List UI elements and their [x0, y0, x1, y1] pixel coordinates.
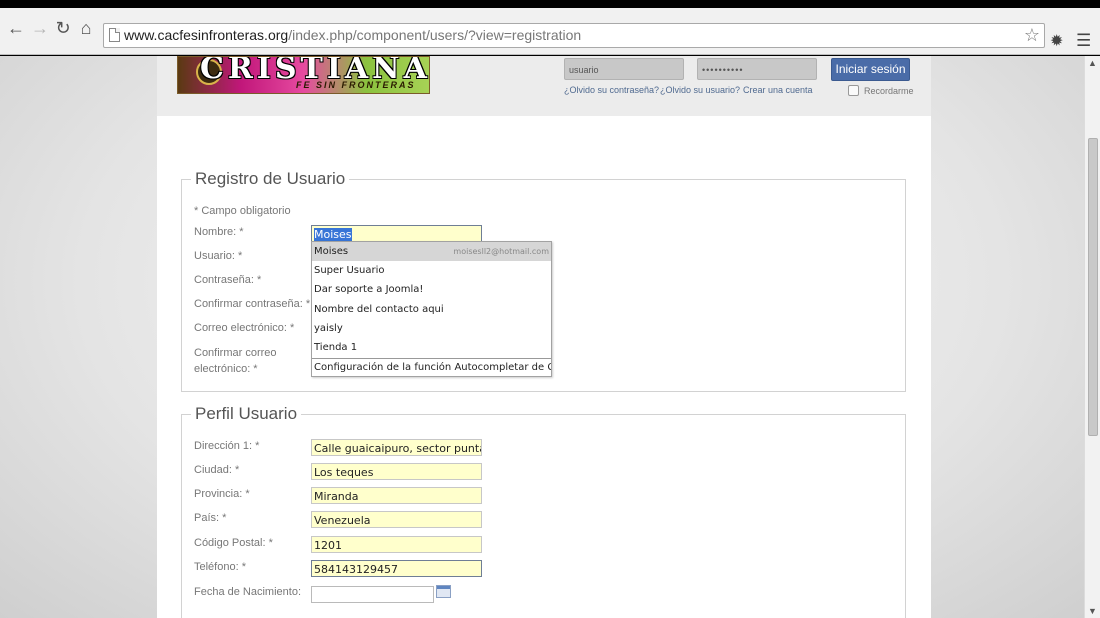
remember-label: Recordarme [864, 86, 914, 96]
username-label: Usuario: * [194, 250, 243, 262]
phone-input[interactable]: 584143129457 [311, 560, 482, 577]
extension-icon[interactable]: ✹ [1050, 31, 1063, 51]
address-bar[interactable]: www.cacfesinfronteras.org/index.php/comp… [103, 23, 1045, 48]
confirm-email-label-line2: electrónico: * [194, 363, 258, 375]
autocomplete-item[interactable]: Nombre del contacto aqui [312, 300, 551, 319]
autocomplete-dropdown: Moises moisesll2@hotmail.com Super Usuar… [311, 241, 552, 377]
scroll-up-icon[interactable]: ▲ [1088, 58, 1097, 68]
remember-checkbox[interactable] [848, 85, 859, 96]
page-scrollbar[interactable]: ▲ ▼ [1084, 56, 1100, 618]
postal-code-input[interactable]: 1201 [311, 536, 482, 553]
required-note: * Campo obligatorio [194, 205, 291, 217]
password-label: Contraseña: * [194, 274, 262, 286]
home-icon[interactable]: ⌂ [76, 18, 96, 38]
autocomplete-item[interactable]: Super Usuario [312, 261, 551, 280]
scroll-down-icon[interactable]: ▼ [1088, 606, 1097, 616]
autocomplete-item[interactable]: yaisly [312, 319, 551, 338]
profile-legend: Perfil Usuario [191, 404, 302, 424]
autocomplete-item[interactable]: Tienda 1 [312, 338, 551, 357]
birthdate-input[interactable] [311, 586, 434, 603]
registration-legend: Registro de Usuario [191, 169, 350, 189]
autocomplete-item-hint: moisesll2@hotmail.com [453, 247, 549, 256]
name-input-value: Moises [314, 228, 352, 241]
country-input[interactable]: Venezuela [311, 511, 482, 528]
postal-code-label: Código Postal: * [194, 537, 273, 549]
forgot-password-link[interactable]: ¿Olvido su contraseña? [564, 85, 659, 95]
menu-icon[interactable]: ☰ [1076, 31, 1091, 51]
logo-subtitle: FE SIN FRONTERAS [296, 80, 416, 90]
city-label: Ciudad: * [194, 464, 240, 476]
confirm-email-label-line1: Confirmar correo [194, 347, 277, 359]
page-viewport: CRISTIANA FE SIN FRONTERAS usuario •••••… [0, 56, 1084, 618]
autocomplete-settings-link[interactable]: Configuración de la función Autocompleta… [312, 359, 551, 377]
create-account-link[interactable]: Crear una cuenta [743, 85, 813, 95]
birthdate-label: Fecha de Nacimiento: [194, 586, 301, 598]
phone-label: Teléfono: * [194, 561, 246, 573]
address-input[interactable]: Calle guaicaipuro, sector punta brava [311, 439, 482, 456]
autocomplete-item-label: Moises [314, 246, 349, 257]
autocomplete-item[interactable]: Moises moisesll2@hotmail.com [312, 242, 551, 261]
back-icon[interactable]: ← [6, 18, 26, 38]
url-text: www.cacfesinfronteras.org/index.php/comp… [124, 27, 582, 43]
site-logo[interactable]: CRISTIANA FE SIN FRONTERAS [177, 56, 430, 94]
page-icon [109, 28, 120, 42]
city-input[interactable]: Los teques [311, 463, 482, 480]
confirm-password-label: Confirmar contraseña: * [194, 298, 311, 310]
login-password-input[interactable]: •••••••••• [697, 58, 817, 80]
province-input[interactable]: Miranda [311, 487, 482, 504]
scrollbar-thumb[interactable] [1088, 138, 1098, 436]
bookmark-star-icon[interactable]: ☆ [1024, 25, 1040, 46]
name-input[interactable]: Moises [311, 225, 482, 242]
forgot-username-link[interactable]: ¿Olvido su usuario? [660, 85, 740, 95]
country-label: País: * [194, 512, 227, 524]
forward-icon[interactable]: → [30, 18, 50, 38]
reload-icon[interactable]: ↻ [53, 18, 73, 38]
province-label: Provincia: * [194, 488, 250, 500]
name-label: Nombre: * [194, 226, 244, 238]
login-submit-button[interactable]: Iniciar sesión [831, 58, 910, 81]
calendar-icon[interactable] [436, 585, 451, 598]
email-label: Correo electrónico: * [194, 322, 295, 334]
login-username-input[interactable]: usuario [564, 58, 684, 80]
address-label: Dirección 1: * [194, 440, 260, 452]
autocomplete-item[interactable]: Dar soporte a Joomla! [312, 280, 551, 299]
